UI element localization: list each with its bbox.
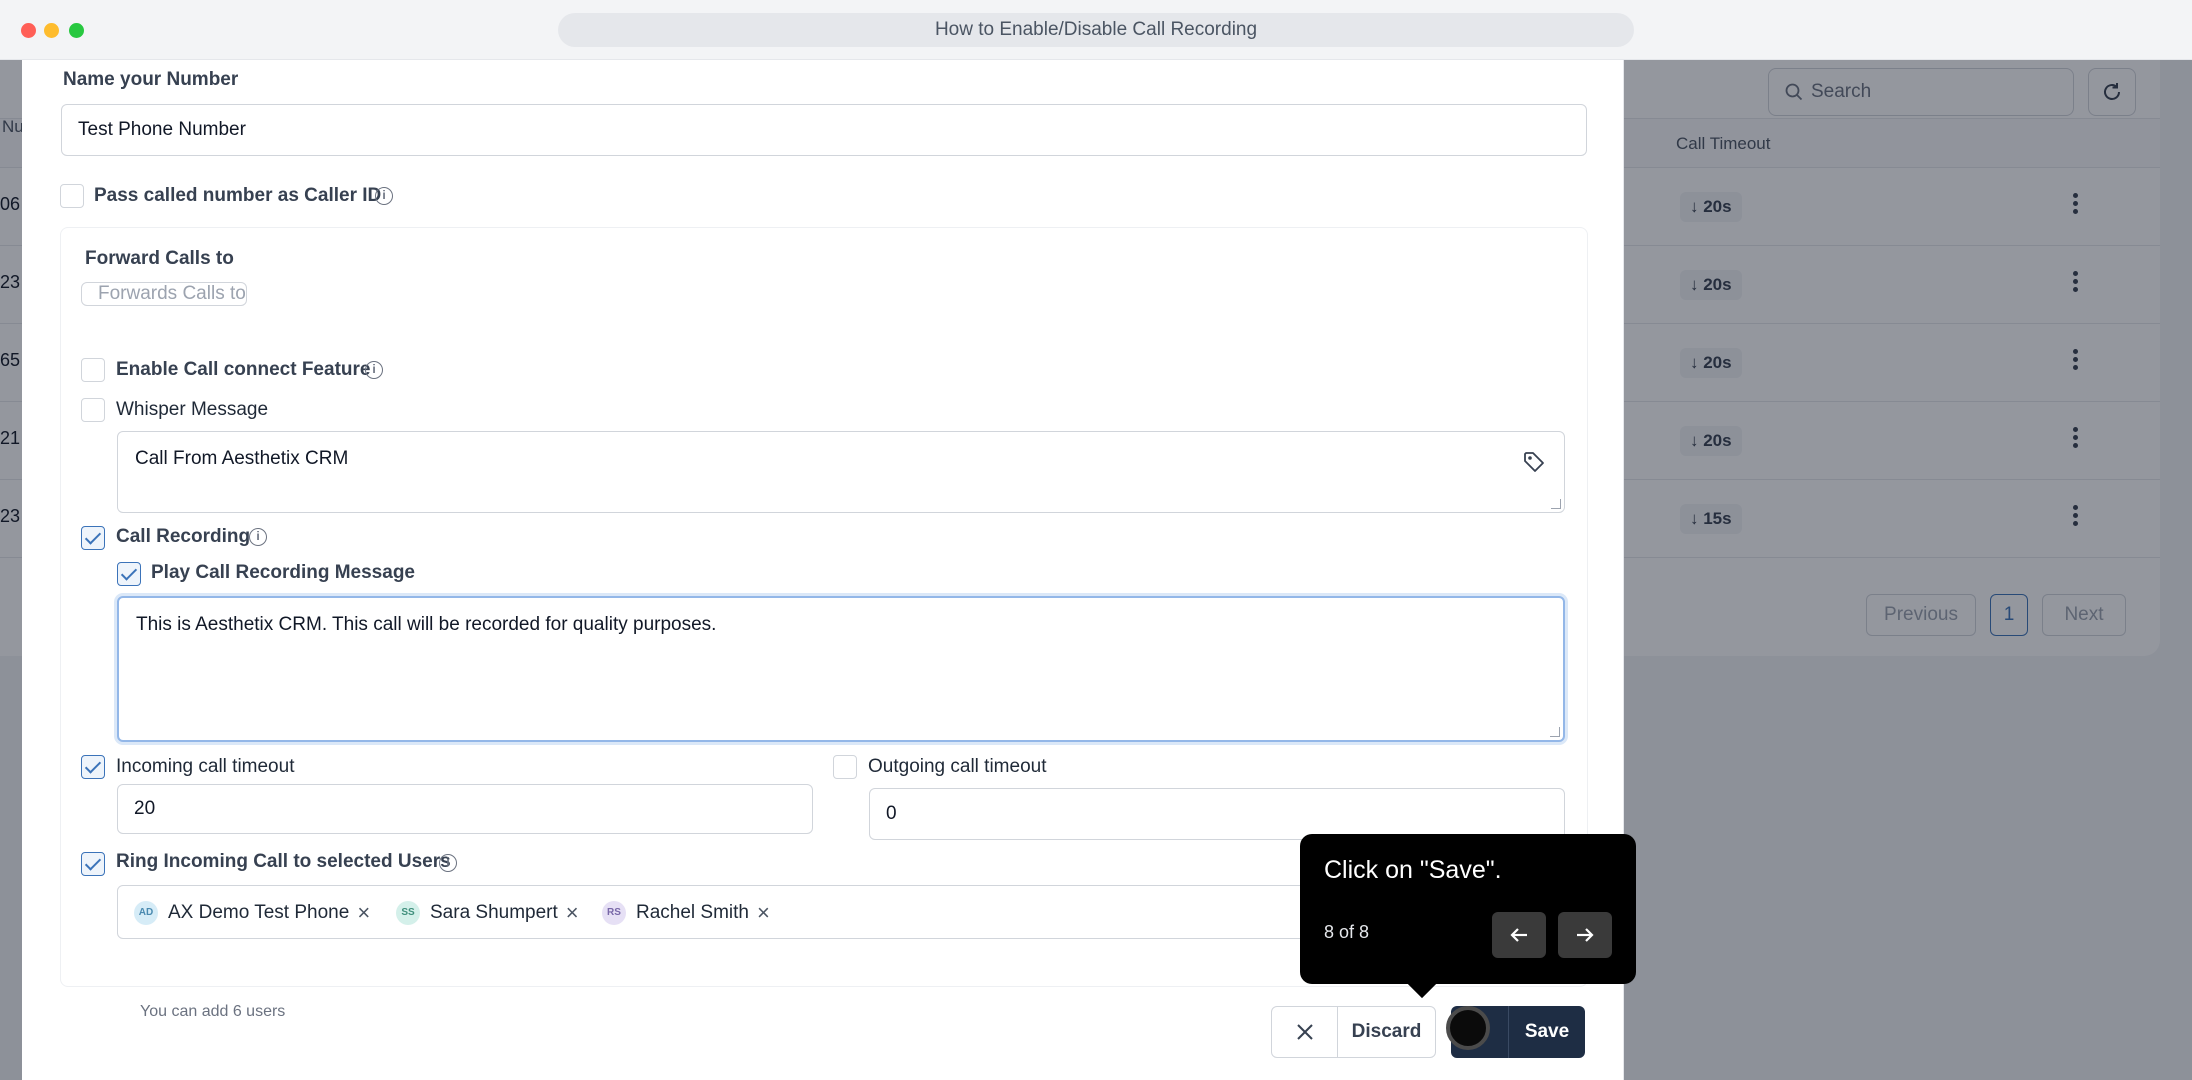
close-window-button[interactable] xyxy=(21,23,36,38)
info-icon[interactable]: i xyxy=(249,528,267,546)
call-recording-checkbox[interactable] xyxy=(81,526,105,550)
save-button-label: Save xyxy=(1524,1021,1570,1042)
tooltip-next-button[interactable] xyxy=(1558,912,1612,958)
name-your-number-label: Name your Number xyxy=(63,69,239,90)
close-icon xyxy=(1272,1007,1338,1057)
incoming-timeout-input[interactable]: 20 xyxy=(117,784,813,834)
recording-message-text: This is Aesthetix CRM. This call will be… xyxy=(136,614,717,635)
window-title: How to Enable/Disable Call Recording xyxy=(558,13,1634,47)
user-chip-name: AX Demo Test Phone xyxy=(168,902,350,923)
user-chip[interactable]: SS Sara Shumpert × xyxy=(396,897,579,929)
whisper-message-textarea[interactable]: Call From Aesthetix CRM xyxy=(117,431,1565,513)
play-recording-message-label: Play Call Recording Message xyxy=(151,562,415,583)
outgoing-timeout-checkbox[interactable] xyxy=(833,755,857,779)
user-chip[interactable]: AD AX Demo Test Phone × xyxy=(134,897,370,929)
info-icon[interactable]: i xyxy=(439,854,457,872)
info-icon[interactable]: i xyxy=(365,361,383,379)
pass-caller-id-checkbox[interactable] xyxy=(60,184,84,208)
incoming-timeout-label: Incoming call timeout xyxy=(116,756,295,777)
play-recording-message-checkbox[interactable] xyxy=(117,562,141,586)
user-chip-name: Rachel Smith xyxy=(636,902,749,923)
forward-calls-input[interactable]: Forwards Calls to xyxy=(81,282,247,306)
info-icon[interactable]: i xyxy=(375,187,393,205)
arrow-left-icon xyxy=(1510,928,1527,942)
resize-handle[interactable] xyxy=(1550,727,1560,737)
tooltip-message: Click on "Save". xyxy=(1324,856,1502,884)
incoming-timeout-checkbox[interactable] xyxy=(81,755,105,779)
resize-handle[interactable] xyxy=(1551,499,1561,509)
forward-calls-label: Forward Calls to xyxy=(85,248,234,269)
users-hint: You can add 6 users xyxy=(140,1003,286,1020)
user-chip[interactable]: RS Rachel Smith × xyxy=(602,897,770,929)
user-chip-name: Sara Shumpert xyxy=(430,902,558,923)
tooltip-step-counter: 8 of 8 xyxy=(1324,922,1370,942)
pass-caller-id-label: Pass called number as Caller ID xyxy=(94,185,382,206)
call-connect-label: Enable Call connect Feature xyxy=(116,359,371,380)
mouse-pointer-indicator xyxy=(1446,1006,1490,1050)
ring-users-label: Ring Incoming Call to selected Users xyxy=(116,851,451,872)
avatar: AD xyxy=(134,901,158,925)
arrow-right-icon xyxy=(1577,928,1594,942)
call-recording-label: Call Recording xyxy=(116,526,251,547)
remove-user-icon[interactable]: × xyxy=(757,900,770,926)
maximize-window-button[interactable] xyxy=(69,23,84,38)
avatar: RS xyxy=(602,901,626,925)
number-name-input[interactable]: Test Phone Number xyxy=(61,104,1587,156)
whisper-message-text: Call From Aesthetix CRM xyxy=(135,448,349,469)
recording-message-textarea[interactable]: This is Aesthetix CRM. This call will be… xyxy=(117,596,1565,742)
minimize-window-button[interactable] xyxy=(44,23,59,38)
whisper-message-checkbox[interactable] xyxy=(81,398,105,422)
tooltip-previous-button[interactable] xyxy=(1492,912,1546,958)
ring-users-checkbox[interactable] xyxy=(81,852,105,876)
avatar: SS xyxy=(396,901,420,925)
window-titlebar: How to Enable/Disable Call Recording xyxy=(0,0,2192,60)
outgoing-timeout-label: Outgoing call timeout xyxy=(868,756,1047,777)
discard-button-label: Discard xyxy=(1351,1021,1422,1042)
whisper-message-label: Whisper Message xyxy=(116,399,269,420)
remove-user-icon[interactable]: × xyxy=(357,900,370,926)
outgoing-timeout-input[interactable]: 0 xyxy=(869,788,1565,840)
call-connect-checkbox[interactable] xyxy=(81,358,105,382)
tag-icon[interactable] xyxy=(1522,450,1546,474)
discard-button[interactable]: Discard xyxy=(1271,1006,1436,1058)
walkthrough-tooltip: Click on "Save". 8 of 8 xyxy=(1300,834,1636,999)
remove-user-icon[interactable]: × xyxy=(566,900,579,926)
